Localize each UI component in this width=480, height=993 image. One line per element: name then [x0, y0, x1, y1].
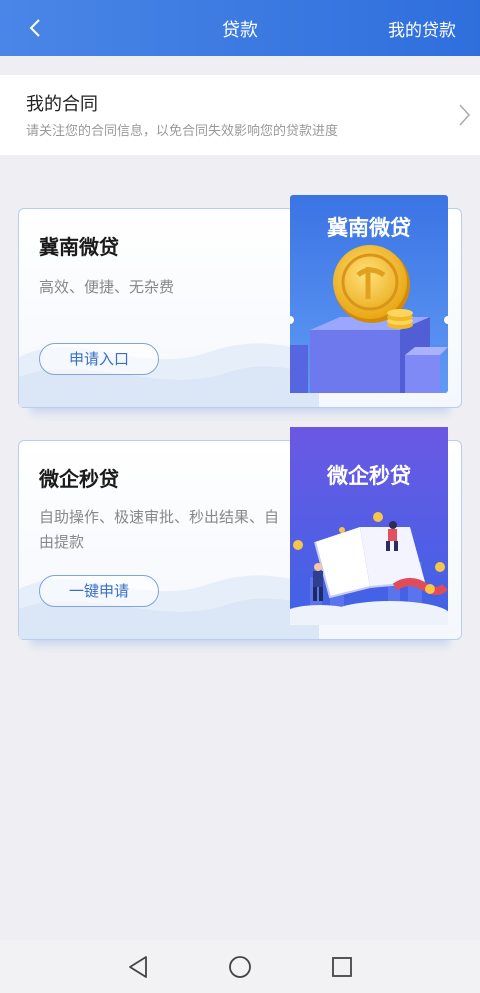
apply-entry-button[interactable]: 申请入口	[39, 343, 159, 375]
nav-back-icon[interactable]	[126, 954, 152, 980]
jinan-microloan-illustration: 冀南微贷	[290, 195, 448, 393]
system-nav-bar	[0, 940, 480, 993]
card-title: 微企秒贷	[39, 467, 119, 491]
image-label-text: 冀南微贷	[327, 216, 411, 240]
chevron-right-icon	[459, 104, 471, 126]
card-description: 自助操作、极速审批、秒出结果、自由提款	[39, 508, 280, 551]
card-description: 高效、便捷、无杂费	[39, 278, 175, 296]
nav-home-icon[interactable]	[227, 954, 253, 980]
micro-enterprise-loan-illustration: 微企秒贷	[290, 427, 448, 625]
app-header: 贷款 我的贷款	[0, 0, 480, 56]
contract-title: 我的合同	[26, 94, 98, 115]
contract-subtitle: 请关注您的合同信息，以免合同失效影响您的贷款进度	[26, 124, 339, 139]
nav-recent-apps-icon[interactable]	[329, 954, 355, 980]
card-title: 冀南微贷	[39, 235, 119, 259]
my-loans-link[interactable]: 我的贷款	[388, 16, 456, 41]
one-click-apply-button[interactable]: 一键申请	[39, 575, 159, 607]
image-label-text: 微企秒贷	[326, 464, 411, 488]
my-contract-row[interactable]: 我的合同 请关注您的合同信息，以免合同失效影响您的贷款进度	[0, 75, 480, 155]
